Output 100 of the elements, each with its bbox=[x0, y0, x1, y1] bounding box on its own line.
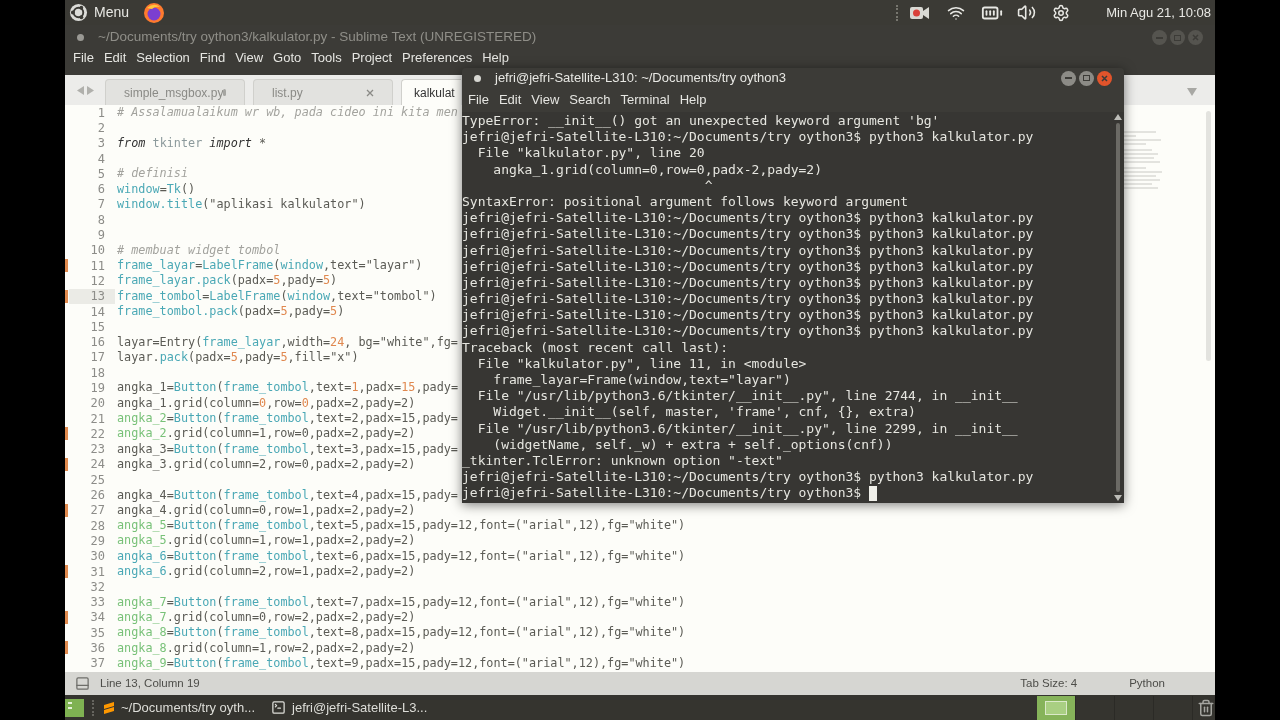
code-line: angka_9=Button(frame_tombol,text=9,padx=15,pady=12,font=("arial",12),fg="white") bbox=[117, 655, 686, 671]
menu-item[interactable]: Edit bbox=[493, 90, 527, 110]
code-line: window=Tk() bbox=[117, 181, 196, 197]
line-number: 3 bbox=[97, 135, 105, 153]
record-icon[interactable] bbox=[910, 5, 931, 20]
line-number: 21 bbox=[90, 410, 105, 428]
terminal-line: TypeError: __init__() got an unexpected keyword argument 'bg' bbox=[462, 113, 940, 130]
line-number: 8 bbox=[97, 211, 105, 229]
code-line: angka_8=Button(frame_tombol,text=8,padx=15,pady=12,font=("arial",12),fg="white") bbox=[117, 625, 686, 641]
show-desktop-icon[interactable] bbox=[65, 698, 84, 717]
syntax-mode[interactable]: Python bbox=[1129, 674, 1165, 693]
tab-scroll-right-icon[interactable] bbox=[86, 85, 94, 95]
line-number: 26 bbox=[90, 487, 105, 505]
line-number: 17 bbox=[90, 349, 105, 367]
line-number: 28 bbox=[90, 517, 105, 535]
panel-toggle-icon[interactable] bbox=[75, 676, 90, 691]
maximize-button[interactable] bbox=[1079, 70, 1094, 86]
menu-label[interactable]: Menu bbox=[94, 2, 130, 23]
terminal-line: (widgetName, self._w) + extra + self._options(cnf)) bbox=[492, 436, 893, 453]
menu-item[interactable]: View bbox=[526, 90, 565, 110]
line-number: 27 bbox=[90, 502, 105, 520]
code-line: frame_tombol.pack(padx=5,pady=5) bbox=[117, 304, 345, 319]
code-line: angka_7=Button(frame_tombol,text=7,padx=15,pady=12,font=("arial",12),fg="white") bbox=[117, 594, 686, 610]
menu-item[interactable]: Help bbox=[477, 50, 514, 66]
line-number: 32 bbox=[90, 578, 105, 596]
code-line: angka_8.grid(column=1,row=2,padx=2,pady=2) bbox=[117, 640, 416, 656]
terminal-line: jefri@jefri-Satellite-L310:~/Documents/try oython3$ python3 kalkulator.py bbox=[462, 307, 1034, 324]
line-number: 19 bbox=[90, 380, 105, 397]
menu-item[interactable]: Terminal bbox=[615, 90, 675, 110]
line-number: 11 bbox=[90, 257, 105, 275]
volume-icon[interactable] bbox=[1017, 3, 1037, 22]
tab-size[interactable]: Tab Size: 4 bbox=[1020, 674, 1078, 693]
terminal-app-icon bbox=[271, 700, 287, 715]
terminal-line: jefri@jefri-Satellite-L310:~/Documents/try oython3$ python3 kalkulator.py bbox=[462, 242, 1034, 259]
line-number: 22 bbox=[90, 425, 105, 443]
line-number: 6 bbox=[97, 181, 105, 199]
code-line: # Assalamualaikum wr wb, pada cideo ini kita men bbox=[117, 105, 458, 121]
code-line: angka_1=Button(frame_tombol,text=1,padx=15,pady= bbox=[117, 380, 458, 396]
terminal-line: jefri@jefri-Satellite-L310:~/Documents/try oython3$ bbox=[462, 485, 862, 502]
menu-item[interactable]: View bbox=[230, 50, 269, 66]
taskbar-button[interactable]: ~/Documents/try oyth... bbox=[95, 695, 264, 720]
editor-tab[interactable]: kalkulat bbox=[401, 79, 461, 105]
line-number: 30 bbox=[90, 548, 105, 566]
menu-item[interactable]: Selection bbox=[131, 50, 195, 66]
scrollbar[interactable] bbox=[1205, 111, 1211, 361]
tab-scroll-left-icon[interactable] bbox=[76, 85, 84, 95]
menu-logo-icon[interactable] bbox=[69, 3, 88, 22]
menu-item[interactable]: Preferences bbox=[397, 50, 478, 66]
browser-icon[interactable] bbox=[143, 1, 166, 24]
menu-item[interactable]: Search bbox=[564, 90, 616, 110]
close-icon[interactable] bbox=[366, 88, 374, 97]
code-line: angka_4.grid(column=0,row=1,padx=2,pady=2) bbox=[117, 502, 416, 518]
line-number: 33 bbox=[90, 594, 105, 612]
menu-item[interactable]: Tools bbox=[306, 50, 347, 66]
code-line: angka_5.grid(column=1,row=1,padx=2,pady=2) bbox=[117, 533, 416, 549]
code-line: frame_tombol=LabelFrame(window,text="tombol") bbox=[117, 288, 437, 304]
line-number: 5 bbox=[97, 165, 105, 183]
line-number: 15 bbox=[90, 318, 105, 336]
code-line: layar=Entry(frame_layar,width=24, bg="white",fg= bbox=[117, 334, 458, 350]
maximize-icon bbox=[1174, 34, 1181, 41]
menu-item[interactable]: Project bbox=[346, 50, 398, 66]
code-line: angka_2.grid(column=1,row=0,padx=2,pady=2) bbox=[117, 426, 416, 442]
code-line: angka_4=Button(frame_tombol,text=4,padx=15,pady= bbox=[117, 487, 458, 503]
code-line: angka_5=Button(frame_tombol,text=5,padx=15,pady=12,font=("arial",12),fg="white") bbox=[117, 518, 686, 534]
terminal-line: Traceback (most recent call last): bbox=[462, 339, 729, 356]
scrollbar[interactable] bbox=[1116, 123, 1120, 492]
settings-icon[interactable] bbox=[1052, 3, 1071, 22]
code-line: angka_3=Button(frame_tombol,text=3,padx=15,pady= bbox=[117, 441, 458, 457]
scroll-up-icon[interactable] bbox=[1114, 114, 1122, 120]
minimize-button[interactable] bbox=[1061, 70, 1076, 86]
code-line: angka_1.grid(column=0,row=0,padx=2,pady=2) bbox=[117, 395, 416, 411]
line-number: 10 bbox=[90, 242, 105, 260]
menu-item[interactable]: File bbox=[68, 50, 99, 66]
line-number: 1 bbox=[97, 105, 105, 122]
clock[interactable]: Min Agu 21, 10:08 bbox=[1106, 2, 1211, 23]
terminal-line: jefri@jefri-Satellite-L310:~/Documents/try oython3$ python3 kalkulator.py bbox=[462, 258, 1034, 275]
trash-icon[interactable] bbox=[1197, 698, 1215, 717]
line-number: 16 bbox=[90, 334, 105, 352]
terminal-line: frame_layar=Frame(window,text="layar") bbox=[492, 372, 791, 389]
workspace-switcher[interactable] bbox=[1037, 695, 1076, 720]
menu-item[interactable]: Help bbox=[674, 90, 712, 110]
menu-item[interactable]: Edit bbox=[98, 50, 132, 66]
taskbar-button[interactable]: jefri@jefri-Satellite-L3... bbox=[263, 695, 436, 720]
code-line: layar.pack(padx=5,pady=5,fill="x") bbox=[117, 349, 359, 365]
minimize-icon bbox=[1065, 77, 1072, 79]
menu-item[interactable]: Find bbox=[194, 50, 231, 66]
terminal-line: _tkinter.TclError: unknown option "-text" bbox=[462, 452, 783, 470]
terminal-line: File "/usr/lib/python3.6/tkinter/__init__.py", line 2744, in __init__ bbox=[476, 388, 1018, 405]
line-number: 25 bbox=[90, 471, 105, 489]
close-button[interactable] bbox=[1097, 70, 1112, 86]
terminal-line: SyntaxError: positional argument follows keyword argument bbox=[462, 193, 909, 211]
scroll-down-icon[interactable] bbox=[1114, 495, 1122, 501]
menu-item[interactable]: Goto bbox=[268, 50, 307, 66]
menu-item[interactable]: File bbox=[463, 90, 494, 110]
code-line: angka_6=Button(frame_tombol,text=6,padx=15,pady=12,font=("arial",12),fg="white") bbox=[117, 548, 686, 564]
editor-app-icon bbox=[103, 700, 115, 715]
dropdown-icon[interactable] bbox=[1187, 88, 1197, 96]
line-number: 37 bbox=[90, 655, 105, 672]
code-line: frame_layar.pack(padx=5,pady=5) bbox=[117, 273, 338, 289]
line-number: 2 bbox=[97, 119, 105, 137]
